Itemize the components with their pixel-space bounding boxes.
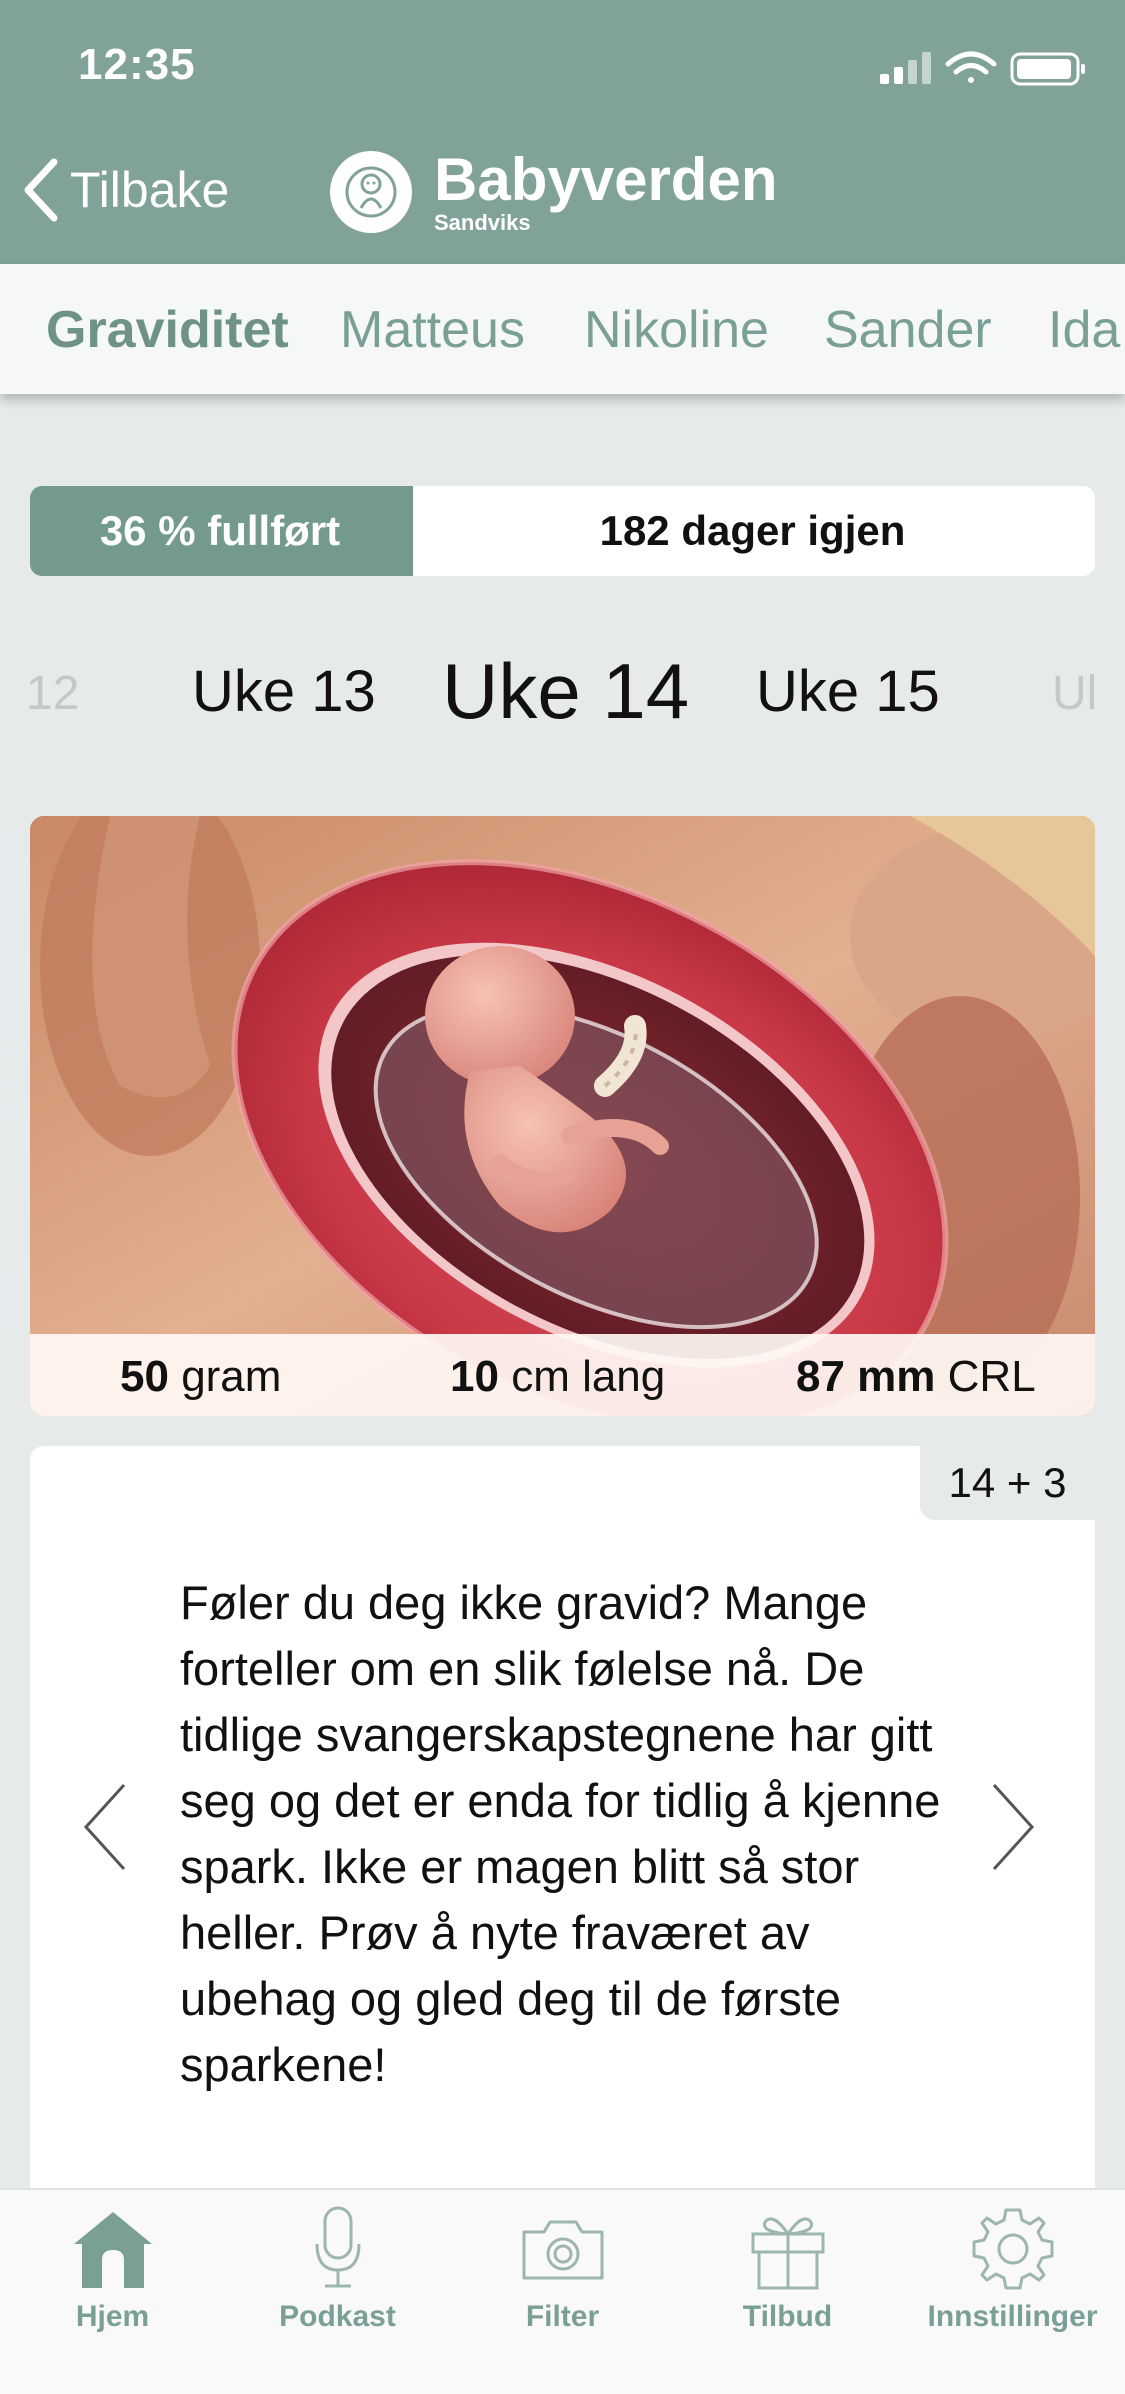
bottom-tab-bar: Hjem Podkast Filter Tilbud Innstillinger (0, 2188, 1125, 2394)
back-label: Tilbake (70, 162, 230, 218)
tab-nikoline[interactable]: Nikoline (584, 300, 769, 360)
nav-label: Podkast (279, 2300, 396, 2333)
back-button[interactable]: Tilbake (22, 158, 229, 222)
chevron-left-icon (24, 158, 58, 222)
nav-label: Innstillinger (927, 2300, 1098, 2333)
gear-icon (972, 2208, 1053, 2290)
baby-logo-icon (330, 151, 412, 233)
week-item-next[interactable]: Uke 15 (756, 658, 940, 725)
nav-filter[interactable]: Filter (450, 2204, 675, 2334)
nav-hjem[interactable]: Hjem (0, 2204, 225, 2334)
daily-info-card: 14 + 3 Føler du deg ikke gravid? Mange f… (30, 1446, 1095, 2206)
nav-label: Hjem (75, 2300, 150, 2333)
nav-label: Tilbud (742, 2300, 833, 2333)
tab-sander[interactable]: Sander (824, 300, 992, 360)
tab-graviditet[interactable]: Graviditet (46, 300, 289, 360)
crl-stat: 87 mm CRL (796, 1352, 1036, 1401)
app-subtitle: Sandviks (434, 210, 531, 235)
pregnancy-progress-bar: 36 % fullført 182 dager igjen (30, 486, 1095, 576)
progress-remaining-label: 182 dager igjen (599, 507, 906, 554)
camera-icon (522, 2220, 603, 2280)
weight-stat: 50 gram (120, 1352, 282, 1401)
status-time: 12:35 (78, 40, 196, 89)
nav-podkast[interactable]: Podkast (225, 2204, 450, 2334)
nav-tilbud[interactable]: Tilbud (675, 2204, 900, 2334)
info-text: Føler du deg ikke gravid? Mange fortelle… (180, 1576, 941, 2091)
tab-matteus[interactable]: Matteus (340, 300, 525, 360)
home-icon (73, 2212, 152, 2288)
fetus-image-card: 50 gram 10 cm lang 87 mm CRL (30, 816, 1095, 1416)
fetus-illustration (30, 816, 1095, 1416)
next-day-button[interactable] (990, 1782, 1036, 1877)
wifi-icon (945, 51, 997, 83)
chevron-right-icon (992, 1783, 1035, 1871)
battery-icon (1010, 52, 1085, 86)
chevron-left-icon (83, 1783, 126, 1871)
day-badge: 14 + 3 (920, 1446, 1095, 1520)
length-stat: 10 cm lang (450, 1352, 666, 1401)
status-icons (880, 48, 1090, 88)
microphone-icon (315, 2206, 360, 2288)
fetus-stats-bar: 50 gram 10 cm lang 87 mm CRL (30, 1334, 1095, 1416)
tab-ida[interactable]: Ida (1048, 300, 1120, 360)
week-item-previous[interactable]: Uke 13 (192, 658, 376, 725)
signal-icon (880, 52, 931, 84)
gift-icon (751, 2217, 824, 2290)
nav-innstillinger[interactable]: Innstillinger (900, 2204, 1125, 2334)
app-name: Babyverden (434, 146, 778, 213)
child-tabs: Graviditet Matteus Nikoline Sander Ida (0, 264, 1125, 394)
week-item[interactable]: 12 (26, 666, 79, 721)
week-item-current: Uke 14 (442, 647, 690, 735)
app-brand: Babyverden Sandviks (330, 150, 777, 234)
previous-day-button[interactable] (82, 1782, 128, 1877)
nav-label: Filter (525, 2300, 600, 2333)
week-item[interactable]: Uk (1052, 666, 1094, 721)
progress-complete-label: 36 % fullført (99, 507, 341, 554)
